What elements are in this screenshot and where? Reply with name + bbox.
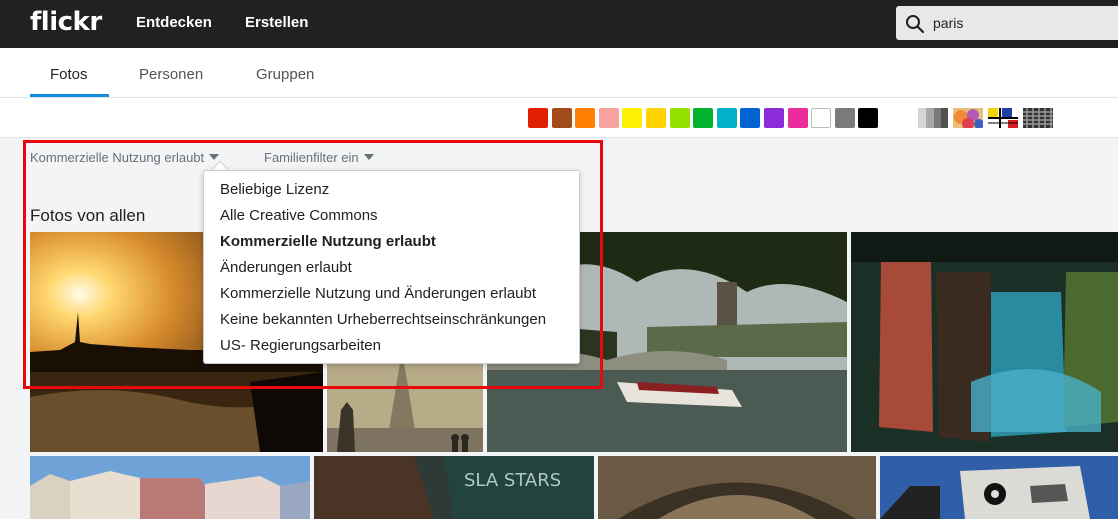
nav-create[interactable]: Erstellen [245, 14, 308, 31]
photo-street-art[interactable] [880, 456, 1118, 519]
color-swatch[interactable] [834, 108, 855, 128]
menu-item-commercial-use[interactable]: Kommerzielle Nutzung erlaubt [220, 233, 436, 250]
photo-water-reflection[interactable] [851, 232, 1118, 452]
photo-stars-sign[interactable]: SLA STARS [314, 456, 594, 519]
top-bar: flickr Entdecken Erstellen [0, 0, 1118, 48]
photo-eiffel-tower-fog[interactable] [327, 350, 483, 452]
family-filter-label: Familienfilter ein [264, 150, 359, 165]
color-swatch[interactable] [693, 108, 714, 128]
color-swatch[interactable] [669, 108, 690, 128]
photo-paris-buildings[interactable] [30, 456, 310, 519]
tab-photos[interactable]: Fotos [50, 66, 88, 83]
chevron-down-icon [209, 154, 220, 160]
license-menu: Beliebige Lizenz Alle Creative Commons K… [203, 170, 580, 364]
color-swatch[interactable] [740, 108, 761, 128]
color-swatch[interactable] [811, 108, 832, 128]
color-filter-bar [0, 98, 1118, 138]
color-swatch[interactable] [716, 108, 737, 128]
search-tabs: Fotos Personen Gruppen [0, 48, 1118, 98]
color-swatch[interactable] [551, 108, 572, 128]
license-filter-dropdown[interactable]: Kommerzielle Nutzung erlaubt [30, 150, 220, 165]
search-input[interactable] [933, 13, 1113, 33]
black-and-white-filter-icon[interactable] [918, 108, 948, 128]
menu-item-no-known-copyright[interactable]: Keine bekannten Urheberrechtseinschränku… [220, 311, 546, 328]
menu-item-modifications-allowed[interactable]: Änderungen erlaubt [220, 259, 352, 276]
color-swatch[interactable] [528, 108, 548, 128]
family-filter-dropdown[interactable]: Familienfilter ein [264, 150, 374, 165]
flickr-logo[interactable]: flickr [30, 7, 102, 37]
nav-explore[interactable]: Entdecken [136, 14, 212, 31]
color-swatch[interactable] [575, 108, 596, 128]
search-box[interactable] [896, 6, 1118, 40]
tab-people[interactable]: Personen [139, 66, 203, 83]
license-filter-label: Kommerzielle Nutzung erlaubt [30, 150, 205, 165]
menu-item-us-government-works[interactable]: US- Regierungsarbeiten [220, 337, 381, 354]
svg-text:SLA STARS: SLA STARS [464, 470, 561, 491]
search-icon[interactable] [905, 14, 925, 34]
color-swatch[interactable] [598, 108, 619, 128]
chevron-down-icon [363, 154, 374, 160]
color-swatch[interactable] [787, 108, 808, 128]
color-swatch[interactable] [764, 108, 784, 128]
menu-item-any-license[interactable]: Beliebige Lizenz [220, 181, 329, 198]
vibrant-colors-filter-icon[interactable] [953, 108, 983, 128]
tab-groups[interactable]: Gruppen [256, 66, 314, 83]
color-swatch[interactable] [646, 108, 666, 128]
texture-filter-icon[interactable] [1023, 108, 1053, 128]
color-swatch[interactable] [622, 108, 643, 128]
photo-stone-arch[interactable] [598, 456, 876, 519]
color-swatch[interactable] [858, 108, 879, 128]
section-title: Fotos von allen [30, 206, 146, 225]
active-tab-indicator [30, 94, 109, 97]
menu-item-commercial-and-modifications[interactable]: Kommerzielle Nutzung und Änderungen erla… [220, 285, 536, 302]
pattern-filter-icon[interactable] [988, 108, 1018, 128]
menu-item-all-creative-commons[interactable]: Alle Creative Commons [220, 207, 378, 224]
